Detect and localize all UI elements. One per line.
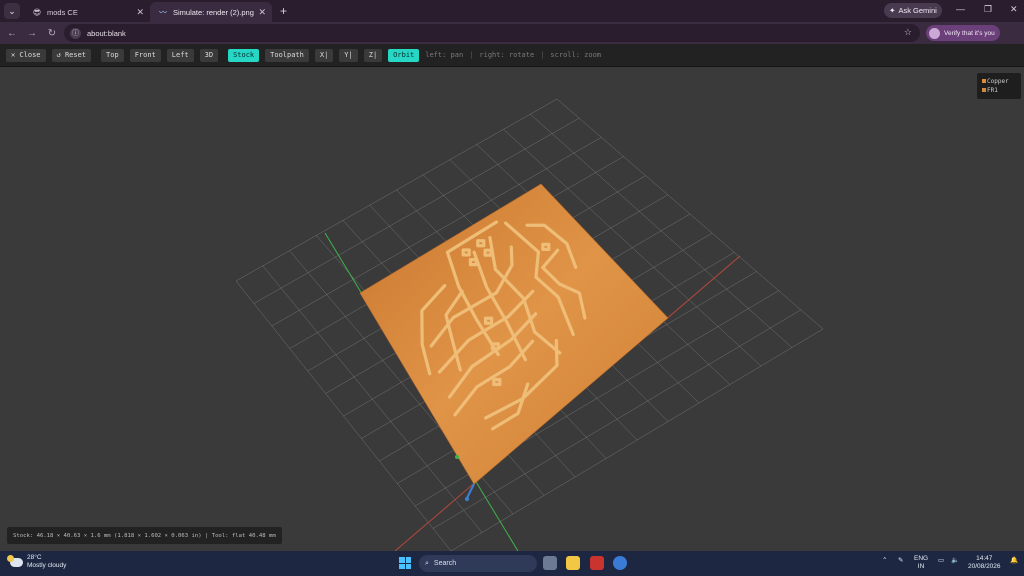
weather-temp: 28°C [27, 554, 42, 561]
taskbar-search[interactable]: ⌕ Search [419, 555, 537, 572]
view-top-button[interactable]: Top [101, 48, 124, 62]
close-icon[interactable]: ✕ [258, 7, 266, 18]
fr1-swatch [982, 88, 986, 92]
view-left-button[interactable]: Left [166, 48, 194, 62]
url-text: about:blank [87, 28, 126, 38]
forward-icon[interactable]: → [22, 28, 42, 39]
tray-chevron-icon[interactable]: ⌃ [882, 557, 887, 565]
ask-gemini-label: Ask Gemini [898, 6, 937, 15]
network-icon[interactable]: ▭ [938, 557, 944, 565]
stock-toggle-button[interactable]: Stock [228, 48, 260, 62]
origin-marker [455, 455, 459, 459]
legend-item-copper: Copper [982, 77, 1016, 86]
browser-address-bar: ← → ↻ ⓘ about:blank ☆ Verify that it's y… [0, 22, 1024, 59]
axis-x-button[interactable]: X| [314, 48, 334, 62]
screen: ⌄ 😎 mods CE ✕ 〰 Simulate: render (2).png… [0, 0, 1024, 576]
material-legend: Copper FR1 [977, 73, 1021, 99]
browser-tabstrip: ⌄ 😎 mods CE ✕ 〰 Simulate: render (2).png… [0, 0, 1024, 22]
tab-title: mods CE [47, 7, 78, 17]
minimize-icon[interactable]: — [956, 4, 965, 14]
pen-icon[interactable]: ✎ [898, 557, 903, 565]
clock[interactable]: 14:47 20/08/2026 [968, 555, 1001, 571]
reload-icon[interactable]: ↻ [42, 28, 62, 39]
tab-title: Simulate: render (2).png [173, 7, 254, 17]
render-viewport[interactable]: Copper FR1 Stock: 46.18 × 40.63 × 1.6 mm… [0, 67, 1024, 551]
view-3d-button[interactable]: 3D [199, 48, 219, 62]
toolpath-toggle-button[interactable]: Toolpath [265, 48, 309, 62]
hint-pan: left: pan [425, 51, 464, 59]
sim-toolbar: ✕ Close ↺ Reset Top Front Left 3D Stock … [0, 44, 1024, 67]
ask-gemini-button[interactable]: ✦ Ask Gemini [884, 3, 942, 18]
z-axis-tip [465, 497, 469, 501]
bookmark-star-icon[interactable]: ☆ [904, 27, 912, 38]
site-info-icon[interactable]: ⓘ [70, 27, 81, 39]
close-button[interactable]: ✕ Close [6, 48, 46, 62]
app-icon[interactable] [590, 556, 604, 570]
scene-canvas[interactable] [0, 67, 1024, 551]
file-explorer-icon[interactable] [566, 556, 580, 570]
hint-rotate: right: rotate [479, 51, 535, 59]
hint-separator: | [469, 51, 474, 59]
url-field[interactable]: ⓘ about:blank ☆ [64, 24, 920, 42]
window-close-icon[interactable]: ✕ [1010, 4, 1018, 15]
cloud-icon [7, 554, 23, 567]
profile-avatar-icon [929, 27, 940, 39]
hint-zoom: scroll: zoom [550, 51, 601, 59]
reset-button[interactable]: ↺ Reset [51, 48, 92, 62]
sparkle-icon: ✦ [889, 6, 896, 15]
legend-item-fr1: FR1 [982, 86, 1016, 95]
new-tab-icon[interactable]: + [280, 4, 287, 18]
verify-identity-button[interactable]: Verify that it's you [926, 25, 1000, 41]
close-icon[interactable]: ✕ [136, 7, 144, 18]
weather-desc: Mostly cloudy [27, 562, 67, 569]
activity-icon: 〰 [159, 7, 167, 17]
axis-z-button[interactable]: Z| [363, 48, 383, 62]
os-taskbar: 28°C Mostly cloudy ⌕ Search ⌃ ✎ ENG IN ▭… [0, 551, 1024, 576]
copper-swatch [982, 79, 986, 83]
axis-y-button[interactable]: Y| [339, 48, 358, 62]
view-front-button[interactable]: Front [129, 48, 161, 62]
back-icon[interactable]: ← [2, 28, 22, 39]
windows-start-icon[interactable] [399, 557, 411, 569]
tab-search-icon[interactable]: ⌄ [4, 3, 20, 19]
language-indicator[interactable]: ENG IN [914, 555, 928, 571]
notification-bell-icon[interactable]: 🔔 [1010, 557, 1018, 565]
tab-mods-ce[interactable]: 😎 mods CE ✕ [24, 2, 150, 22]
orbit-toggle-button[interactable]: Orbit [388, 48, 420, 62]
smiley-icon: 😎 [32, 7, 42, 17]
chrome-icon[interactable] [613, 556, 627, 570]
stock-status-bar: Stock: 46.18 × 40.63 × 1.6 mm (1.818 × 1… [7, 527, 282, 544]
weather-widget[interactable]: 28°C Mostly cloudy [7, 554, 67, 570]
verify-label: Verify that it's you [944, 29, 995, 37]
search-label: Search [433, 560, 457, 567]
maximize-icon[interactable]: ❐ [984, 4, 992, 15]
tab-simulate[interactable]: 〰 Simulate: render (2).png ✕ [150, 2, 272, 22]
hint-separator: | [540, 51, 545, 59]
search-icon: ⌕ [425, 559, 429, 567]
task-view-icon[interactable] [543, 556, 557, 570]
volume-icon[interactable]: 🔈 [951, 557, 959, 565]
